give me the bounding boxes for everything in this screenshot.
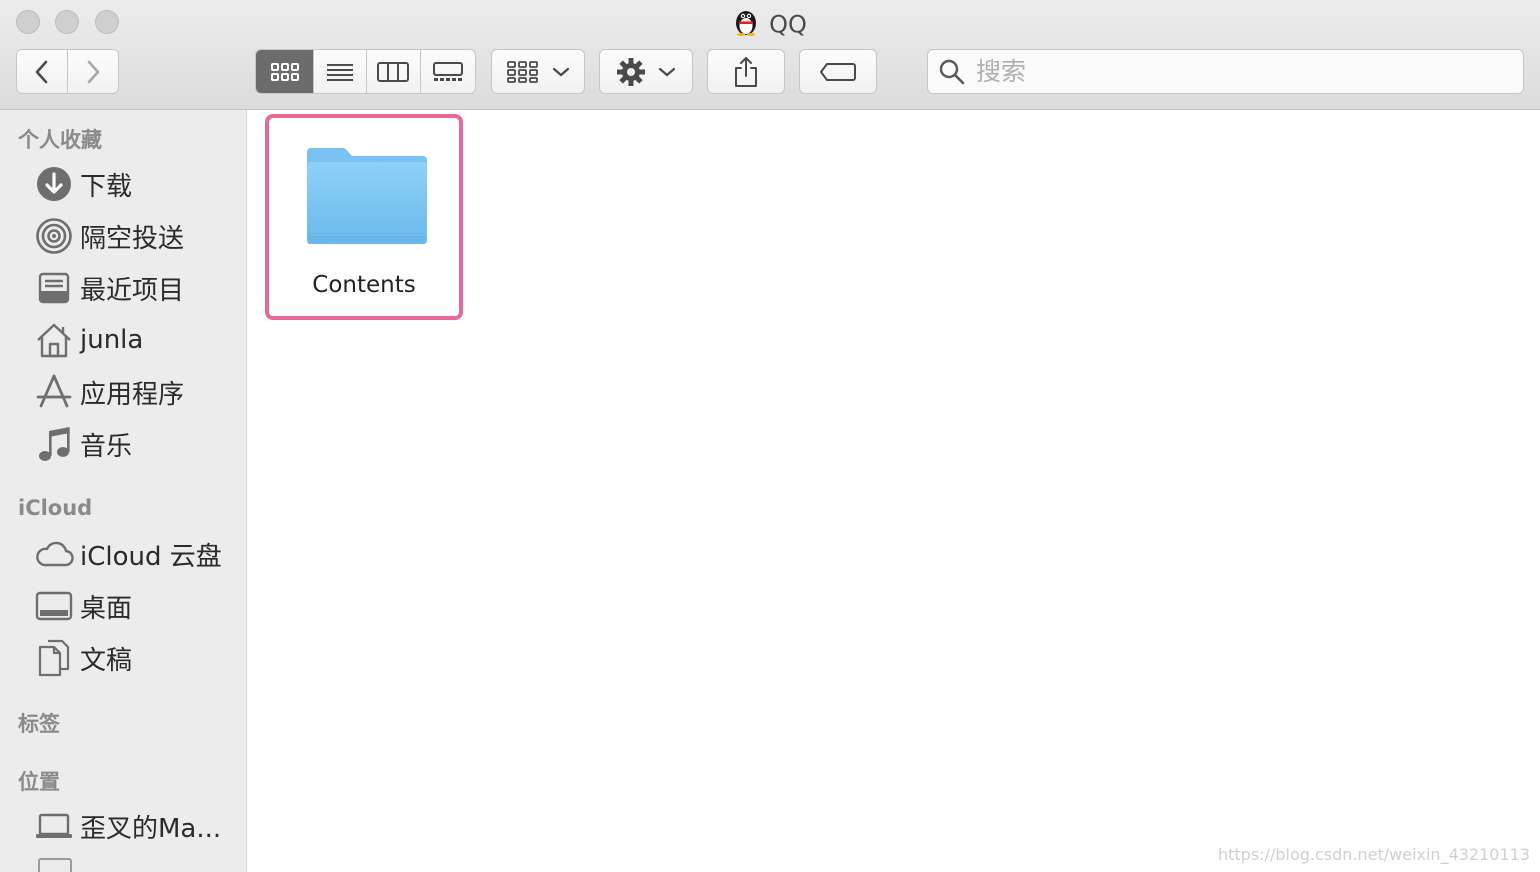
- sidebar-item-label: iCloud 云盘: [80, 541, 222, 572]
- sidebar-item-applications[interactable]: 应用程序: [34, 370, 244, 414]
- sidebar-item-label: junla: [80, 325, 144, 355]
- sidebar-item-airdrop[interactable]: 隔空投送: [34, 214, 244, 258]
- sidebar-item-label: 下载: [80, 171, 133, 202]
- qq-penguin-icon: [733, 6, 759, 45]
- sidebar-item-documents[interactable]: 文稿: [34, 636, 244, 680]
- toolbar: QQ: [0, 0, 1540, 110]
- partially-visible-sidebar-item[interactable]: [38, 858, 72, 872]
- window-title: QQ: [0, 6, 1540, 45]
- locations-header: 位置: [18, 770, 60, 794]
- action-menu-button[interactable]: [599, 49, 693, 94]
- sidebar-item-music[interactable]: 音乐: [34, 422, 244, 466]
- group-grid-icon: [507, 60, 538, 83]
- sidebar-item-desktop[interactable]: 桌面: [34, 584, 244, 628]
- sidebar-item-label: 应用程序: [80, 379, 185, 410]
- recents-icon: [34, 268, 74, 308]
- view-mode-control: [255, 49, 476, 94]
- file-browser-area: Contents https://blog.csdn.net/weixin_43…: [247, 110, 1540, 872]
- gallery-view-button[interactable]: [421, 50, 476, 93]
- watermark: https://blog.csdn.net/weixin_43210113: [1217, 845, 1530, 864]
- cloud-icon: [34, 534, 74, 574]
- finder-window: QQ 搜索 个人收藏 下载 隔空投送 最近项目 junla 应用程序 音乐 iC…: [0, 0, 1540, 872]
- tags-header: 标签: [18, 712, 60, 736]
- icloud-header: iCloud: [18, 496, 93, 520]
- documents-icon: [34, 638, 74, 678]
- sidebar-item-downloads[interactable]: 下载: [34, 162, 244, 206]
- chevron-left-icon: [35, 60, 48, 83]
- back-button[interactable]: [17, 50, 68, 93]
- column-view-button[interactable]: [367, 50, 421, 93]
- tag-icon: [820, 62, 856, 81]
- folder-icon: [307, 148, 427, 244]
- applications-icon: [34, 372, 74, 412]
- navigation-buttons: [16, 49, 119, 94]
- search-input[interactable]: [974, 56, 1498, 87]
- list-view-button[interactable]: [314, 50, 367, 93]
- laptop-icon: [34, 806, 74, 846]
- forward-button[interactable]: [68, 50, 119, 93]
- sidebar: 个人收藏 下载 隔空投送 最近项目 junla 应用程序 音乐 iCloud i…: [0, 110, 247, 872]
- desktop-icon: [34, 586, 74, 626]
- icon-view-button[interactable]: [256, 50, 315, 93]
- sidebar-item-label: 音乐: [80, 431, 133, 462]
- gallery-icon: [432, 61, 463, 81]
- music-icon: [34, 424, 74, 464]
- window-title-text: QQ: [769, 10, 807, 39]
- share-button[interactable]: [707, 49, 785, 94]
- list-icon: [327, 63, 354, 81]
- folder-name: Contents: [312, 272, 416, 298]
- chevron-down-icon: [552, 67, 570, 76]
- sidebar-item-label: 隔空投送: [80, 223, 185, 254]
- sidebar-item-label: 最近项目: [80, 275, 185, 306]
- search-field[interactable]: [927, 49, 1524, 94]
- sidebar-item-label: 桌面: [80, 593, 133, 624]
- columns-icon: [377, 61, 410, 82]
- chevron-down-icon: [658, 67, 676, 76]
- sidebar-item-label: 歪叉的Ma...: [80, 813, 222, 844]
- sidebar-item-icloud-drive[interactable]: iCloud 云盘: [34, 532, 244, 576]
- sidebar-item-recents[interactable]: 最近项目: [34, 266, 244, 310]
- home-icon: [34, 320, 74, 360]
- icon-grid-icon: [270, 62, 299, 81]
- sidebar-item-label: 文稿: [80, 645, 133, 676]
- chevron-right-icon: [87, 60, 100, 83]
- edit-tags-button[interactable]: [799, 49, 877, 94]
- group-by-button[interactable]: [491, 49, 585, 94]
- favorites-header: 个人收藏: [18, 128, 102, 152]
- download-icon: [34, 164, 74, 204]
- sidebar-item-home[interactable]: junla: [34, 318, 244, 362]
- gear-icon: [617, 57, 645, 86]
- search-icon: [939, 59, 965, 84]
- folder-item-contents[interactable]: Contents: [265, 114, 463, 320]
- airdrop-icon: [34, 216, 74, 256]
- sidebar-item-this-mac[interactable]: 歪叉的Ma...: [34, 804, 244, 848]
- share-icon: [735, 56, 757, 87]
